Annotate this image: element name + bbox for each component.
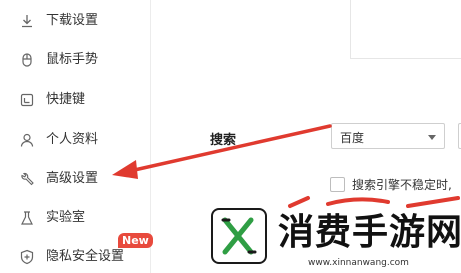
sidebar-item-label: 个人资料 [46,132,99,147]
chevron-down-icon [428,135,436,140]
sidebar-item-download-settings[interactable]: 下载设置 [0,6,150,36]
sidebar-item-label: 鼠标手势 [46,52,99,67]
download-icon [19,13,35,29]
watermark-url: www.xinnanwang.com [308,258,409,268]
sidebar-item-label: 高级设置 [46,171,99,186]
settings-sidebar: 下载设置 鼠标手势 快捷键 个人资料 高级设置 实验室 隐私安全设置 New [0,0,153,273]
sidebar-item-label: 下载设置 [46,13,99,28]
watermark-logo-icon [211,208,267,264]
sidebar-item-mouse-gestures[interactable]: 鼠标手势 [0,45,150,75]
shield-icon [19,249,35,265]
sidebar-item-label: 隐私安全设置 [46,249,125,264]
sidebar-item-label: 实验室 [46,210,86,225]
search-section-label: 搜索 [210,133,237,148]
sidebar-item-lab[interactable]: 实验室 [0,203,150,233]
unstable-search-checkbox[interactable] [330,177,345,192]
site-watermark: 消费手游网 www.xinnanwang.com [210,206,461,273]
new-badge: New [118,233,153,248]
sidebar-item-label: 快捷键 [46,92,86,107]
mouse-icon [19,52,35,68]
search-engine-selected-value: 百度 [340,131,365,145]
keyboard-shortcut-icon [19,92,35,108]
watermark-title: 消费手游网 [278,211,461,253]
sidebar-item-shortcuts[interactable]: 快捷键 [0,85,150,115]
search-engine-select[interactable]: 百度 [331,123,445,149]
unstable-search-checkbox-label: 搜索引擎不稳定时, [352,178,452,192]
wrench-icon [19,171,35,187]
sidebar-item-advanced-settings[interactable]: 高级设置 [0,164,150,194]
content-panel-box [350,0,461,59]
sidebar-item-privacy-security[interactable]: 隐私安全设置 New [0,233,153,272]
flask-icon [19,210,35,226]
sidebar-item-profile[interactable]: 个人资料 [0,125,150,155]
user-icon [19,132,35,148]
